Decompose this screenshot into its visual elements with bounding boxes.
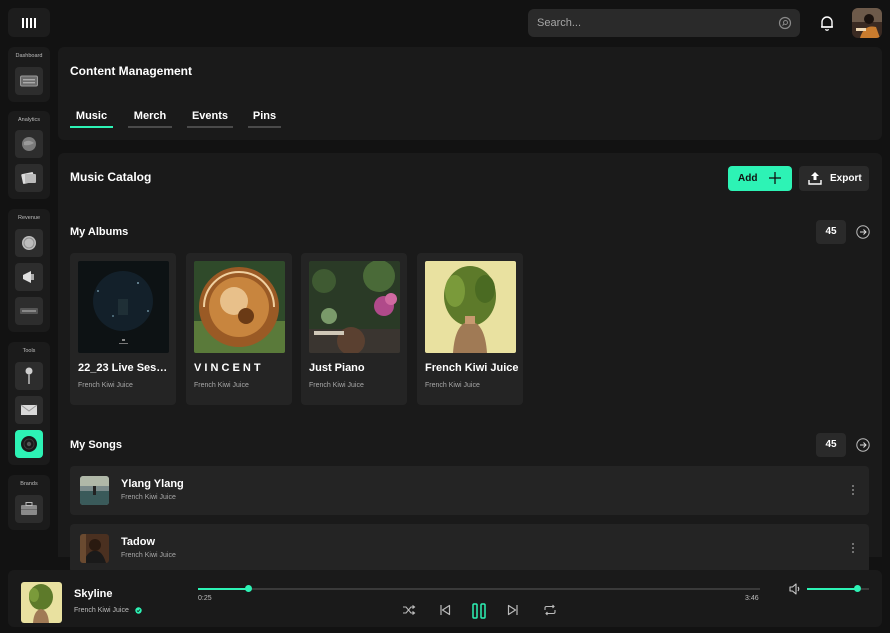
current-time: 0:25 — [198, 595, 212, 602]
section-title: Music Catalog — [70, 170, 152, 184]
search-bar[interactable]: Search... — [528, 9, 800, 37]
cards-icon — [21, 172, 36, 184]
plus-icon — [769, 172, 781, 184]
add-button[interactable]: Add — [728, 166, 792, 191]
arrow-right-circle-icon[interactable] — [856, 438, 870, 452]
globe-icon — [22, 137, 36, 151]
album-card[interactable]: V I N C E N T French Kiwi Juice — [186, 253, 292, 405]
verified-icon — [135, 607, 142, 614]
album-artist: French Kiwi Juice — [78, 382, 133, 389]
song-thumbnail — [80, 476, 109, 505]
coin-icon — [22, 236, 36, 250]
now-playing-artist: French Kiwi Juice — [74, 607, 129, 614]
repeat-icon[interactable] — [543, 603, 557, 617]
search-icon[interactable] — [778, 16, 792, 30]
sidebar-group-label: Brands — [20, 481, 38, 487]
album-title: 22_23 Live Sessions — [78, 362, 172, 374]
megaphone-icon — [23, 271, 34, 283]
shuffle-icon[interactable] — [402, 603, 416, 617]
keyboard-icon — [20, 75, 38, 87]
volume-slider[interactable] — [807, 585, 869, 592]
sidebar-group-analytics: Analytics — [8, 111, 50, 199]
now-playing-title: Skyline — [74, 588, 113, 600]
volume-icon[interactable] — [789, 583, 802, 595]
content-management-panel — [58, 47, 882, 140]
microphone-icon — [25, 367, 33, 384]
album-card[interactable]: 22_23 Live Sessions French Kiwi Juice — [70, 253, 176, 405]
total-time: 3:46 — [745, 595, 759, 602]
briefcase-icon — [21, 502, 37, 515]
sidebar-group-dashboard: Dashboard — [8, 47, 50, 102]
song-title: Ylang Ylang — [121, 478, 184, 490]
albums-title: My Albums — [70, 226, 129, 238]
sidebar-item-analytics-cards[interactable] — [15, 164, 43, 192]
export-button-label: Export — [830, 173, 862, 184]
sidebar-group-revenue: Revenue — [8, 209, 50, 332]
songs-count-badge: 45 — [816, 433, 846, 457]
sidebar-group-label: Tools — [22, 348, 36, 354]
albums-count-badge: 45 — [816, 220, 846, 244]
menu-button[interactable] — [8, 8, 50, 37]
album-title: V I N C E N T — [194, 362, 261, 374]
pause-icon[interactable] — [471, 603, 487, 619]
next-icon[interactable] — [506, 603, 520, 617]
sidebar-item-tools-microphone[interactable] — [15, 362, 43, 390]
sidebar-group-brands: Brands — [8, 475, 50, 530]
sidebar-group-tools: Tools — [8, 342, 50, 465]
album-artist: French Kiwi Juice — [309, 382, 364, 389]
sidebar-item-tools-mail[interactable] — [15, 396, 43, 424]
album-cover — [309, 261, 400, 353]
sidebar-item-revenue-calculator[interactable] — [15, 297, 43, 325]
song-title: Tadow — [121, 536, 156, 548]
song-row[interactable]: Tadow French Kiwi Juice — [70, 524, 869, 573]
album-card[interactable]: French Kiwi Juice French Kiwi Juice — [417, 253, 523, 405]
sidebar-item-revenue-megaphone[interactable] — [15, 263, 43, 291]
song-artist: French Kiwi Juice — [121, 494, 176, 501]
album-cover — [194, 261, 285, 353]
album-card[interactable]: Just Piano French Kiwi Juice — [301, 253, 407, 405]
song-artist: French Kiwi Juice — [121, 552, 176, 559]
now-playing-cover — [21, 582, 62, 623]
arrow-right-circle-icon[interactable] — [856, 225, 870, 239]
vinyl-icon — [21, 436, 37, 452]
tab-events[interactable]: Events — [187, 110, 233, 128]
progress-fill — [198, 588, 249, 590]
album-cover — [425, 261, 516, 353]
album-title: French Kiwi Juice — [425, 362, 519, 374]
bell-icon[interactable] — [818, 14, 836, 32]
bars-icon — [22, 17, 36, 28]
sidebar-item-tools-vinyl[interactable] — [15, 430, 43, 458]
previous-icon[interactable] — [438, 603, 452, 617]
search-input[interactable]: Search... — [537, 17, 581, 29]
sidebar-group-label: Analytics — [17, 117, 40, 123]
album-cover — [78, 261, 169, 353]
album-artist: French Kiwi Juice — [194, 382, 249, 389]
album-artist: French Kiwi Juice — [425, 382, 480, 389]
export-button[interactable]: Export — [799, 166, 869, 191]
progress-slider[interactable] — [198, 585, 760, 592]
calculator-icon — [20, 308, 38, 314]
envelope-icon — [20, 404, 38, 415]
volume-fill — [807, 588, 858, 590]
tab-music[interactable]: Music — [70, 110, 113, 128]
add-button-label: Add — [738, 173, 758, 184]
tab-pins[interactable]: Pins — [248, 110, 281, 128]
album-title: Just Piano — [309, 362, 365, 374]
sidebar-group-label: Dashboard — [15, 53, 43, 59]
sidebar-item-brands[interactable] — [15, 495, 43, 523]
page-title: Content Management — [70, 64, 193, 78]
song-row[interactable]: Ylang Ylang French Kiwi Juice — [70, 466, 869, 515]
avatar[interactable] — [852, 8, 882, 38]
song-thumbnail — [80, 534, 109, 563]
more-vertical-icon[interactable] — [851, 542, 855, 554]
tab-merch[interactable]: Merch — [128, 110, 172, 128]
sidebar-item-revenue-coin[interactable] — [15, 229, 43, 257]
sidebar-item-dashboard[interactable] — [15, 67, 43, 95]
upload-icon — [808, 172, 822, 185]
songs-title: My Songs — [70, 439, 122, 451]
more-vertical-icon[interactable] — [851, 484, 855, 496]
sidebar-item-analytics-globe[interactable] — [15, 130, 43, 158]
sidebar-group-label: Revenue — [17, 215, 41, 221]
